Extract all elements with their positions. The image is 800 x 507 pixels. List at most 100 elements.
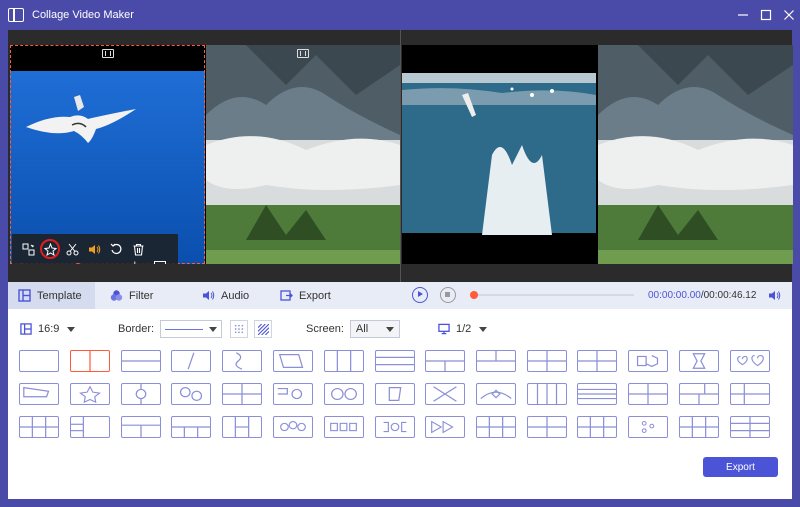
- volume-button[interactable]: [86, 241, 102, 257]
- zoom-slider[interactable]: − +: [18, 259, 138, 264]
- tab-export[interactable]: Export: [270, 282, 360, 309]
- template-thumbnail[interactable]: [425, 416, 465, 438]
- template-thumbnail[interactable]: [425, 350, 465, 372]
- layout-icon: [528, 417, 566, 437]
- ratio-dropdown[interactable]: 16:9: [20, 318, 76, 340]
- template-thumbnail[interactable]: [375, 383, 415, 405]
- zoom-in-icon[interactable]: +: [132, 259, 138, 264]
- template-thumbnail[interactable]: [121, 383, 161, 405]
- template-thumbnail[interactable]: [425, 383, 465, 405]
- template-thumbnail[interactable]: [222, 350, 262, 372]
- export-button[interactable]: Export: [703, 457, 778, 477]
- maximize-button[interactable]: [755, 0, 777, 30]
- template-thumbnail[interactable]: [19, 350, 59, 372]
- template-thumbnail[interactable]: [476, 350, 516, 372]
- tab-label: Filter: [129, 289, 154, 302]
- template-thumbnail[interactable]: [476, 383, 516, 405]
- minimize-button[interactable]: [732, 0, 754, 30]
- template-thumbnail[interactable]: [679, 416, 719, 438]
- border-label: Border:: [118, 323, 155, 335]
- play-button[interactable]: [412, 287, 428, 303]
- collage-cell-mountain[interactable]: [206, 45, 400, 264]
- crop-ratio-dropdown[interactable]: [154, 261, 176, 264]
- layout-icon: [234, 417, 250, 437]
- template-thumbnail[interactable]: [19, 383, 59, 405]
- layout-icon: [737, 354, 764, 367]
- screen-options: Screen: All: [306, 318, 400, 340]
- template-thumbnail[interactable]: [171, 350, 211, 372]
- template-thumbnail[interactable]: [577, 416, 617, 438]
- template-thumbnail[interactable]: [730, 350, 770, 372]
- template-thumbnail[interactable]: [121, 350, 161, 372]
- border-pattern-button[interactable]: [254, 320, 273, 338]
- cut-icon: [66, 243, 78, 255]
- template-thumbnail[interactable]: [273, 350, 313, 372]
- template-thumbnail[interactable]: [730, 383, 770, 405]
- template-thumbnail[interactable]: [577, 383, 617, 405]
- ratio-value: 16:9: [38, 323, 60, 335]
- layout-icon: [122, 424, 160, 437]
- template-thumbnail[interactable]: [171, 416, 211, 438]
- template-thumbnail[interactable]: [273, 383, 313, 405]
- control-panel: Template Filter Audio Export 00:00:00.00…: [8, 282, 792, 499]
- film-icon: [297, 49, 309, 58]
- layout-icon: [331, 387, 357, 401]
- stop-button[interactable]: [440, 287, 456, 303]
- template-thumbnail[interactable]: [19, 416, 59, 438]
- template-thumbnail[interactable]: [375, 350, 415, 372]
- template-icon: [18, 289, 31, 302]
- zoom-out-icon[interactable]: −: [18, 259, 24, 264]
- template-thumbnail[interactable]: [730, 416, 770, 438]
- close-button[interactable]: [778, 0, 800, 30]
- layout-icon: [330, 422, 357, 432]
- template-thumbnail[interactable]: [324, 416, 364, 438]
- volume-icon[interactable]: [768, 289, 782, 302]
- template-thumbnail[interactable]: [476, 416, 516, 438]
- template-thumbnail[interactable]: [70, 350, 110, 372]
- template-thumbnail[interactable]: [527, 383, 567, 405]
- template-thumbnail[interactable]: [628, 350, 668, 372]
- progress-knob[interactable]: [470, 291, 478, 299]
- tab-filter[interactable]: Filter: [100, 282, 187, 309]
- template-thumbnail[interactable]: [628, 383, 668, 405]
- layout-icon: [680, 384, 718, 404]
- template-thumbnail[interactable]: [222, 416, 262, 438]
- border-style-dropdown[interactable]: [160, 320, 223, 338]
- chevron-down-icon: [385, 326, 394, 332]
- title-bar: Collage Video Maker: [0, 0, 800, 30]
- template-thumbnail[interactable]: [679, 383, 719, 405]
- screen-dropdown[interactable]: All: [349, 320, 400, 338]
- rotate-button[interactable]: [108, 241, 124, 257]
- swap-button[interactable]: [20, 241, 36, 257]
- delete-button[interactable]: [130, 241, 146, 257]
- edit-button[interactable]: [40, 239, 60, 259]
- template-thumbnail[interactable]: [628, 416, 668, 438]
- template-thumbnail[interactable]: [70, 416, 110, 438]
- template-thumbnail[interactable]: [121, 416, 161, 438]
- layout-icon: [187, 352, 195, 370]
- collage-cell-bird[interactable]: [10, 45, 205, 264]
- template-thumbnail[interactable]: [171, 383, 211, 405]
- page-selector[interactable]: 1/2: [438, 318, 488, 340]
- template-thumbnail[interactable]: [273, 416, 313, 438]
- tab-audio[interactable]: Audio: [192, 282, 266, 309]
- template-thumbnail[interactable]: [324, 383, 364, 405]
- template-thumbnail[interactable]: [577, 350, 617, 372]
- layout-icon: [578, 388, 616, 400]
- tab-template[interactable]: Template: [8, 282, 95, 309]
- template-thumbnail[interactable]: [70, 383, 110, 405]
- mountain-video-frame: [206, 45, 400, 264]
- edit-icon: [43, 242, 57, 256]
- progress-track[interactable]: [474, 294, 634, 296]
- template-thumbnail[interactable]: [324, 350, 364, 372]
- template-thumbnail[interactable]: [375, 416, 415, 438]
- border-color-button[interactable]: [230, 320, 249, 338]
- collage-editor[interactable]: − +: [10, 45, 400, 264]
- template-thumbnail[interactable]: [527, 416, 567, 438]
- template-thumbnail[interactable]: [527, 350, 567, 372]
- border-line-preview: [165, 328, 204, 330]
- cut-button[interactable]: [64, 241, 80, 257]
- template-thumbnail[interactable]: [222, 383, 262, 405]
- zoom-knob[interactable]: [74, 263, 82, 264]
- template-thumbnail[interactable]: [679, 350, 719, 372]
